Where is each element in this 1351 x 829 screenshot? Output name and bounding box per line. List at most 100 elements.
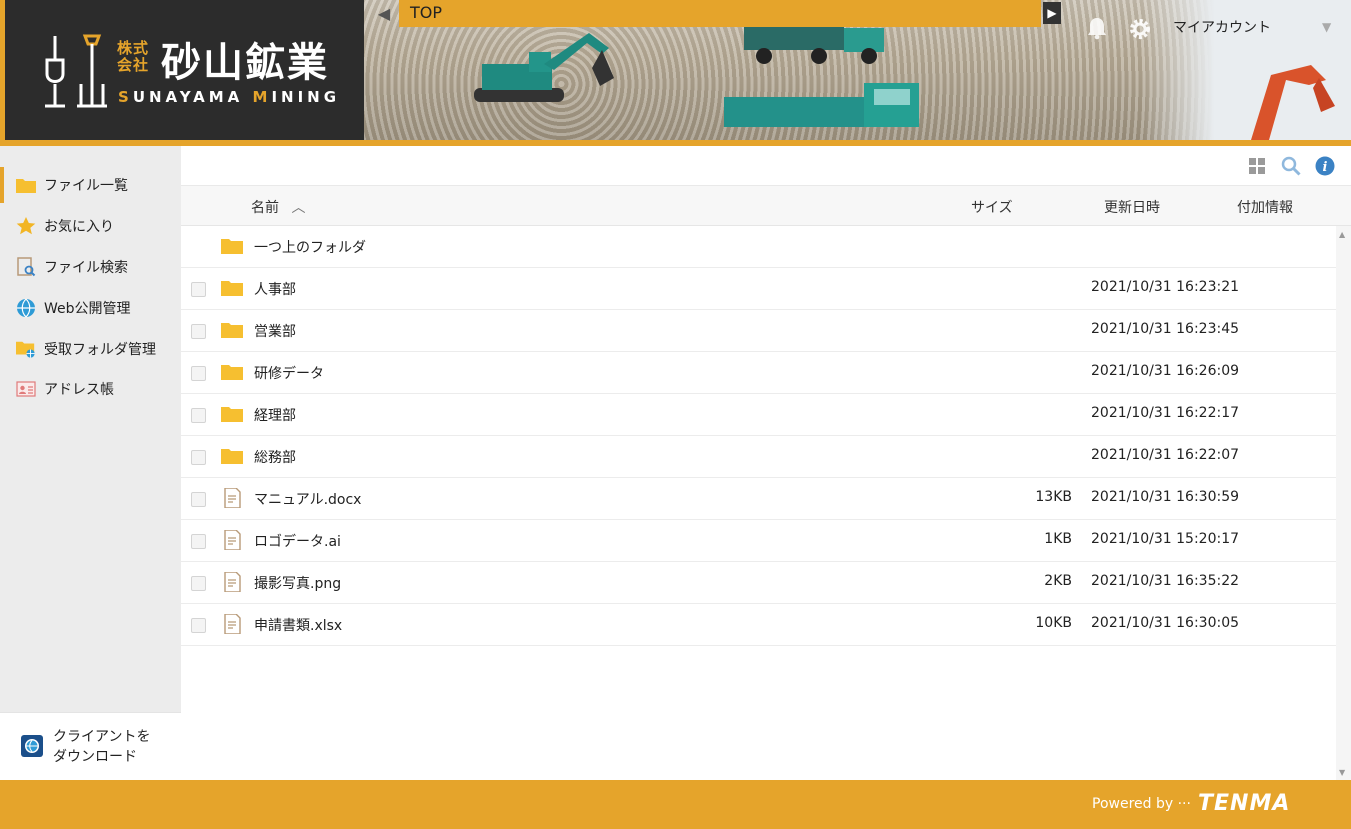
file-date: 2021/10/31 16:23:45 [1091, 321, 1240, 337]
table-row[interactable]: マニュアル.docx 13KB 2021/10/31 16:30:59 [181, 478, 1336, 520]
file-search-icon [16, 257, 36, 277]
vertical-scrollbar[interactable]: ▲ ▼ [1336, 226, 1351, 780]
table-row[interactable]: 経理部 2021/10/31 16:22:17 [181, 394, 1336, 436]
file-toolbar: i [181, 146, 1351, 186]
row-checkbox[interactable] [191, 492, 206, 507]
table-row[interactable]: 撮影写真.png 2KB 2021/10/31 16:35:22 [181, 562, 1336, 604]
breadcrumb[interactable]: TOP [399, 0, 1041, 27]
column-header-row: 名前 ︿ サイズ 更新日時 付加情報 [181, 186, 1351, 226]
powered-by-text: Powered by ··· [1092, 796, 1191, 812]
file-name[interactable]: 営業部 [254, 321, 296, 341]
scroll-down-arrow-icon[interactable]: ▼ [1339, 768, 1345, 777]
file-browser: i 名前 ︿ サイズ 更新日時 付加情報 一つ上のフォルダ 人事部 2021/1… [181, 146, 1351, 780]
file-size: 2KB [1044, 573, 1072, 589]
file-size: 10KB [1035, 615, 1072, 631]
header: 株式 会社 砂山鉱業 SUNAYAMA MINING ◀ TOP ▶ マイアカウ… [0, 0, 1351, 146]
file-name[interactable]: 撮影写真.png [254, 573, 341, 593]
file-date: 2021/10/31 15:20:17 [1091, 531, 1240, 547]
folder-icon [221, 323, 243, 338]
sidebar-item-web-publish[interactable]: Web公開管理 [0, 290, 181, 326]
excavator-image [474, 33, 614, 102]
file-name[interactable]: 経理部 [254, 405, 296, 425]
sidebar-item-label: Web公開管理 [44, 301, 131, 317]
table-row[interactable]: 営業部 2021/10/31 16:23:45 [181, 310, 1336, 352]
client-download-button[interactable]: クライアントを ダウンロード [0, 712, 181, 780]
folder-icon [221, 365, 243, 380]
shovel-logo-icon [45, 34, 107, 108]
sidebar: ファイル一覧 お気に入り ファイル検索 Web公開管理 受取フォルダ管理 アドレ… [0, 146, 181, 780]
receive-folder-icon [16, 339, 36, 359]
table-row[interactable]: ロゴデータ.ai 1KB 2021/10/31 15:20:17 [181, 520, 1336, 562]
file-name[interactable]: ロゴデータ.ai [254, 531, 341, 551]
table-row[interactable]: 申請書類.xlsx 10KB 2021/10/31 16:30:05 [181, 604, 1336, 646]
logo-english-name: SUNAYAMA MINING [118, 88, 341, 106]
grid-view-icon[interactable] [1247, 156, 1267, 176]
row-checkbox[interactable] [191, 618, 206, 633]
chevron-down-icon[interactable]: ▼ [1322, 20, 1331, 34]
address-book-icon [16, 379, 36, 399]
column-extra-header[interactable]: 付加情報 [1237, 197, 1293, 217]
folder-icon [221, 281, 243, 296]
file-size: 13KB [1035, 489, 1072, 505]
document-icon [224, 572, 241, 592]
table-row[interactable]: 人事部 2021/10/31 16:23:21 [181, 268, 1336, 310]
file-date: 2021/10/31 16:22:17 [1091, 405, 1240, 421]
sidebar-item-file-list[interactable]: ファイル一覧 [0, 167, 181, 203]
sidebar-item-label: ファイル一覧 [44, 178, 128, 194]
table-row[interactable]: 総務部 2021/10/31 16:22:07 [181, 436, 1336, 478]
file-date: 2021/10/31 16:23:21 [1091, 279, 1240, 295]
file-name[interactable]: 研修データ [254, 363, 324, 383]
sidebar-item-favorites[interactable]: お気に入り [0, 208, 181, 244]
sidebar-item-label: お気に入り [44, 219, 114, 235]
row-checkbox[interactable] [191, 282, 206, 297]
sidebar-item-label: 受取フォルダ管理 [44, 342, 156, 358]
column-size-header[interactable]: サイズ [971, 197, 1013, 217]
column-name-header[interactable]: 名前 ︿ [251, 197, 305, 217]
file-name[interactable]: マニュアル.docx [254, 489, 361, 509]
document-icon [224, 488, 241, 508]
download-client-icon [21, 735, 43, 757]
globe-icon [16, 298, 36, 318]
file-name[interactable]: 一つ上のフォルダ [254, 237, 366, 257]
sidebar-item-label: ファイル検索 [44, 260, 128, 276]
file-name[interactable]: 人事部 [254, 279, 296, 299]
svg-text:i: i [1323, 160, 1328, 175]
breadcrumb-forward-button[interactable]: ▶ [1043, 2, 1061, 24]
file-date: 2021/10/31 16:30:59 [1091, 489, 1240, 505]
bell-icon[interactable] [1086, 16, 1108, 40]
row-checkbox[interactable] [191, 534, 206, 549]
row-checkbox[interactable] [191, 324, 206, 339]
sidebar-item-file-search[interactable]: ファイル検索 [0, 249, 181, 285]
search-icon[interactable] [1281, 156, 1301, 176]
column-updated-header[interactable]: 更新日時 [1104, 197, 1160, 217]
folder-icon [221, 407, 243, 422]
folder-icon [221, 449, 243, 464]
tenma-brand-logo: TENMA [1198, 791, 1291, 816]
row-checkbox[interactable] [191, 366, 206, 381]
table-row[interactable]: 研修データ 2021/10/31 16:26:09 [181, 352, 1336, 394]
file-date: 2021/10/31 16:26:09 [1091, 363, 1240, 379]
file-date: 2021/10/31 16:30:05 [1091, 615, 1240, 631]
breadcrumb-back-button[interactable]: ◀ [374, 4, 394, 24]
logo-kabushiki: 株式 会社 [117, 39, 150, 74]
row-checkbox[interactable] [191, 408, 206, 423]
info-icon[interactable]: i [1315, 156, 1335, 176]
row-checkbox[interactable] [191, 576, 206, 591]
file-name[interactable]: 申請書類.xlsx [254, 615, 342, 635]
star-icon [16, 216, 36, 236]
sidebar-item-receive-folder[interactable]: 受取フォルダ管理 [0, 331, 181, 367]
orange-excavator-image [1251, 65, 1335, 140]
file-size: 1KB [1044, 531, 1072, 547]
folder-icon [16, 175, 36, 195]
parent-folder-row[interactable]: 一つ上のフォルダ [181, 226, 1336, 268]
gear-icon[interactable] [1128, 17, 1152, 41]
file-name[interactable]: 総務部 [254, 447, 296, 467]
document-icon [224, 530, 241, 550]
row-checkbox[interactable] [191, 450, 206, 465]
scroll-up-arrow-icon[interactable]: ▲ [1339, 230, 1345, 239]
company-logo[interactable]: 株式 会社 砂山鉱業 SUNAYAMA MINING [0, 0, 364, 140]
file-date: 2021/10/31 16:35:22 [1091, 573, 1240, 589]
my-account-menu[interactable]: マイアカウント [1173, 17, 1271, 37]
logo-company-name: 砂山鉱業 [161, 39, 329, 86]
sidebar-item-address-book[interactable]: アドレス帳 [0, 371, 181, 407]
